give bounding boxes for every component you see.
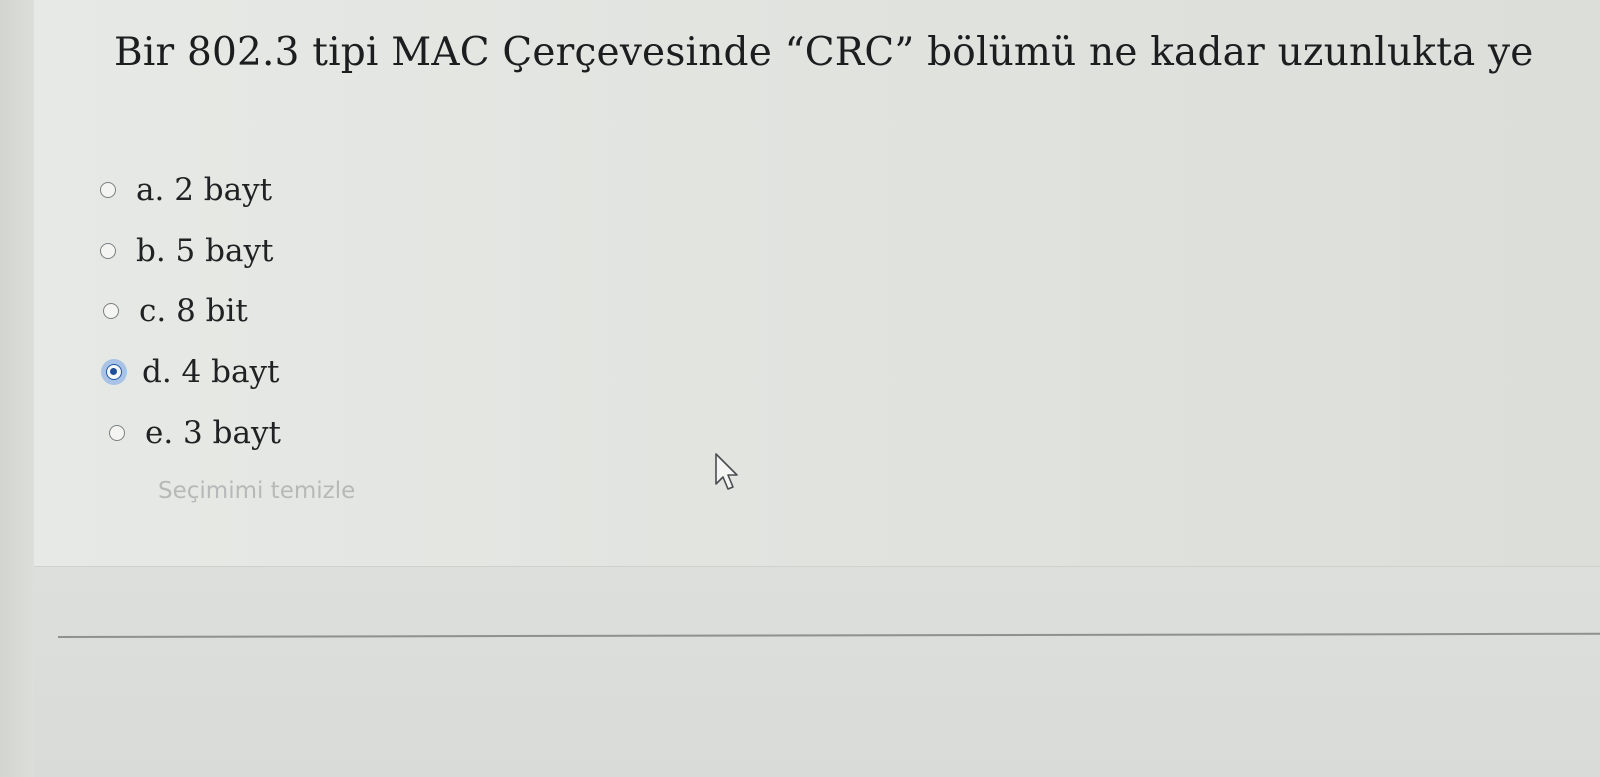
radio-option-c[interactable] — [103, 303, 119, 319]
radio-option-a[interactable] — [100, 182, 116, 198]
option-a-label: a. 2 bayt — [136, 172, 273, 208]
option-d[interactable]: d. 4 bayt — [106, 350, 279, 394]
radio-option-d-selected[interactable] — [106, 364, 122, 380]
mouse-pointer-arrow-icon — [715, 453, 738, 490]
option-e-label: e. 3 bayt — [145, 415, 281, 451]
page-margin — [0, 0, 34, 777]
option-c[interactable]: c. 8 bit — [103, 289, 248, 333]
section-divider — [57, 632, 1600, 638]
clear-selection-link[interactable]: Seçimimi temizle — [158, 478, 355, 504]
option-b-label: b. 5 bayt — [136, 233, 274, 269]
option-d-label: d. 4 bayt — [142, 354, 280, 390]
question-text: Bir 802.3 tipi MAC Çerçevesinde “CRC” bö… — [114, 30, 1534, 75]
option-c-label: c. 8 bit — [139, 293, 248, 329]
option-e[interactable]: e. 3 bayt — [109, 411, 281, 455]
radio-option-b[interactable] — [100, 243, 116, 259]
option-b[interactable]: b. 5 bayt — [100, 229, 273, 273]
option-a[interactable]: a. 2 bayt — [100, 168, 272, 212]
radio-option-e[interactable] — [109, 425, 125, 441]
